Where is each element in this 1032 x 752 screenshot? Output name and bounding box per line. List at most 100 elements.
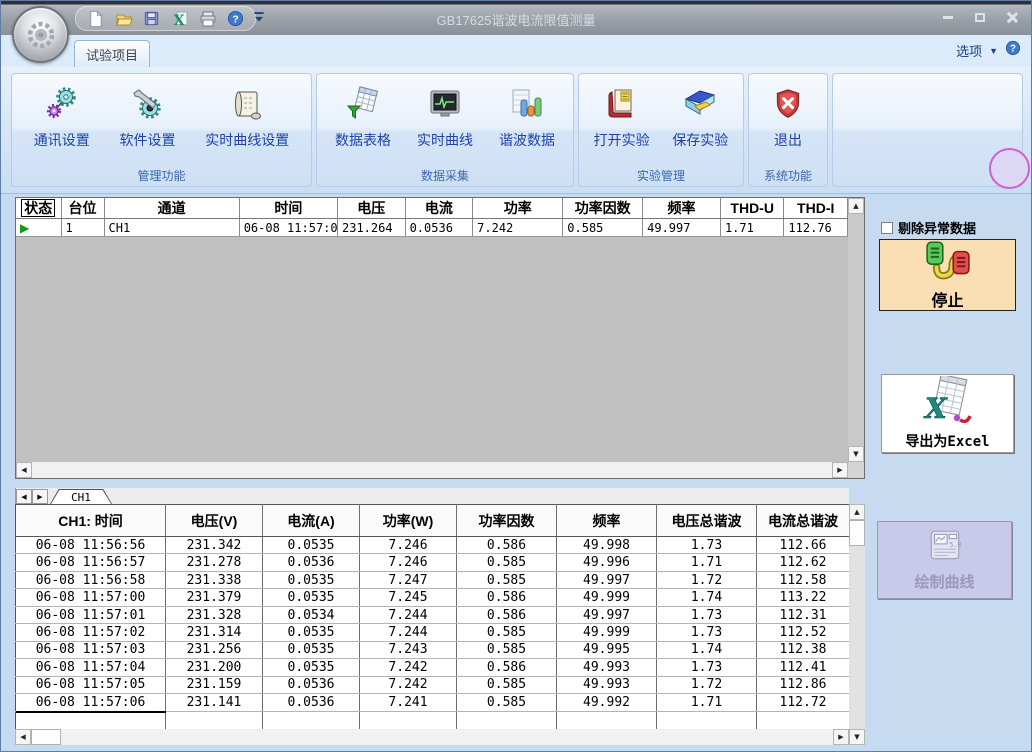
table-cell[interactable]: 112.31 <box>757 606 850 623</box>
table-cell[interactable]: 49.995 <box>557 641 657 658</box>
table-cell[interactable]: 231.278 <box>166 554 263 571</box>
table-cell[interactable]: 1.74 <box>657 589 757 606</box>
table-cell[interactable]: 49.998 <box>557 537 657 554</box>
help-icon[interactable]: ? <box>1005 40 1021 61</box>
minimize-icon[interactable] <box>939 9 957 25</box>
column-header[interactable]: 电压 <box>338 198 406 219</box>
stop-button[interactable]: 停止 <box>879 239 1016 311</box>
table-cell[interactable]: 112.41 <box>757 659 850 676</box>
vertical-scrollbar[interactable]: ▲ ▼ <box>849 504 865 745</box>
horizontal-scrollbar[interactable]: ◀ ▶ <box>16 462 848 478</box>
table-cell[interactable]: 7.242 <box>360 659 457 676</box>
scroll-up-icon[interactable]: ▲ <box>849 504 865 520</box>
table-cell[interactable]: 0.0536 <box>263 694 360 711</box>
table-cell[interactable]: 0.586 <box>457 537 557 554</box>
table-cell[interactable]: 06-08 11:57:06 <box>16 694 166 711</box>
channel-tab-ch1[interactable]: CH1 <box>50 489 112 504</box>
column-header[interactable]: 功率因数 <box>457 505 557 537</box>
scroll-right-icon[interactable]: ▶ <box>833 729 849 745</box>
table-cell[interactable]: 06-08 11:56:57 <box>16 554 166 571</box>
table-cell[interactable]: 112.86 <box>757 676 850 693</box>
table-cell[interactable]: 231.141 <box>166 694 263 711</box>
table-cell[interactable]: 0.0536 <box>263 676 360 693</box>
table-cell[interactable]: 1.72 <box>657 571 757 588</box>
exit-button[interactable]: 退出 <box>764 78 812 167</box>
chevron-down-icon[interactable]: ▼ <box>989 46 998 56</box>
horizontal-scrollbar[interactable]: ◀ ▶ <box>15 729 849 745</box>
comm-settings-button[interactable]: 通讯设置 <box>26 78 98 167</box>
table-cell[interactable]: 231.200 <box>166 659 263 676</box>
table-cell[interactable]: 49.997 <box>643 219 721 237</box>
column-header[interactable]: 电流(A) <box>263 505 360 537</box>
table-cell[interactable]: 0.585 <box>563 219 643 237</box>
table-row[interactable]: 06-08 11:57:04231.2000.05357.2420.58649.… <box>16 659 850 676</box>
table-cell[interactable]: 7.246 <box>360 554 457 571</box>
open-icon[interactable] <box>114 9 133 28</box>
table-row[interactable]: 06-08 11:57:05231.1590.05367.2420.58549.… <box>16 676 850 693</box>
table-cell[interactable]: 112.38 <box>757 641 850 658</box>
scrollbar-thumb[interactable] <box>31 729 61 745</box>
table-cell[interactable]: 1 <box>61 219 104 237</box>
options-menu[interactable]: 选项 <box>956 41 982 60</box>
column-header[interactable]: 状态 <box>16 198 61 219</box>
table-cell[interactable]: 0.586 <box>457 659 557 676</box>
scroll-down-icon[interactable]: ▼ <box>848 446 864 462</box>
table-cell[interactable]: 7.242 <box>360 676 457 693</box>
column-header[interactable]: THD-I <box>784 198 848 219</box>
table-cell[interactable]: 1.73 <box>657 537 757 554</box>
table-row[interactable]: 06-08 11:57:06231.1410.05367.2410.58549.… <box>16 694 850 711</box>
table-cell[interactable]: 7.244 <box>360 606 457 623</box>
application-orb-button[interactable] <box>12 6 69 63</box>
close-icon[interactable] <box>1003 9 1021 25</box>
help-icon[interactable]: ? <box>226 9 245 28</box>
table-cell[interactable]: 0.0535 <box>263 641 360 658</box>
table-row[interactable]: 06-08 11:57:03231.2560.05357.2430.58549.… <box>16 641 850 658</box>
maximize-icon[interactable] <box>971 9 989 25</box>
table-cell[interactable]: 49.993 <box>557 676 657 693</box>
table-cell[interactable]: 112.76 <box>784 219 848 237</box>
table-cell[interactable]: 49.999 <box>557 589 657 606</box>
table-cell[interactable]: 0.585 <box>457 571 557 588</box>
table-row[interactable]: 06-08 11:56:56231.3420.05357.2460.58649.… <box>16 537 850 554</box>
column-header[interactable]: 电流总谐波 <box>757 505 850 537</box>
checkbox-label[interactable]: 剔除异常数据 <box>898 218 976 237</box>
table-cell[interactable]: 7.245 <box>360 589 457 606</box>
table-cell[interactable]: 1.71 <box>657 554 757 571</box>
table-cell[interactable]: 0.0534 <box>263 606 360 623</box>
table-cell[interactable]: 06-08 11:57:05 <box>16 676 166 693</box>
column-header[interactable]: 电压(V) <box>166 505 263 537</box>
table-cell[interactable]: 7.242 <box>473 219 563 237</box>
excel-icon[interactable]: X <box>170 9 189 28</box>
table-cell[interactable]: 231.314 <box>166 624 263 641</box>
column-header[interactable]: 功率(W) <box>360 505 457 537</box>
exclude-abnormal-checkbox[interactable] <box>881 222 893 234</box>
column-header[interactable]: 频率 <box>557 505 657 537</box>
table-cell[interactable]: 231.159 <box>166 676 263 693</box>
table-cell[interactable]: 0.585 <box>457 676 557 693</box>
table-cell[interactable]: 0.0535 <box>263 537 360 554</box>
tab-scroll-left-icon[interactable]: ◀ <box>16 489 32 504</box>
table-cell[interactable]: 49.992 <box>557 694 657 711</box>
save-icon[interactable] <box>142 9 161 28</box>
table-row[interactable]: 06-08 11:57:00231.3790.05357.2450.58649.… <box>16 589 850 606</box>
status-cell[interactable]: ▶ <box>16 219 61 237</box>
table-cell[interactable]: 231.256 <box>166 641 263 658</box>
table-cell[interactable]: 0.0536 <box>263 554 360 571</box>
table-cell[interactable]: 06-08 11:57:02 <box>16 624 166 641</box>
column-header[interactable]: 时间 <box>239 198 337 219</box>
column-header[interactable]: 电压总谐波 <box>657 505 757 537</box>
table-cell[interactable]: 0.0535 <box>263 624 360 641</box>
scrollbar-thumb[interactable] <box>849 520 865 546</box>
new-document-icon[interactable] <box>86 9 105 28</box>
table-cell[interactable]: 1.71 <box>720 219 783 237</box>
table-row[interactable]: 06-08 11:56:57231.2780.05367.2460.58549.… <box>16 554 850 571</box>
table-cell[interactable]: 06-08 11:56:58 <box>16 571 166 588</box>
table-cell[interactable]: 49.993 <box>557 659 657 676</box>
column-header[interactable]: 通道 <box>104 198 239 219</box>
table-cell[interactable]: 06-08 11:57:01 <box>16 606 166 623</box>
live-row[interactable]: ▶ 1 CH1 06-08 11:57:08 231.264 0.0536 7.… <box>16 219 848 237</box>
harmonic-data-button[interactable]: 谐波数据 <box>491 78 563 167</box>
table-row[interactable]: 06-08 11:57:02231.3140.05357.2440.58549.… <box>16 624 850 641</box>
table-cell[interactable]: 7.247 <box>360 571 457 588</box>
column-header[interactable]: 功率 <box>473 198 563 219</box>
